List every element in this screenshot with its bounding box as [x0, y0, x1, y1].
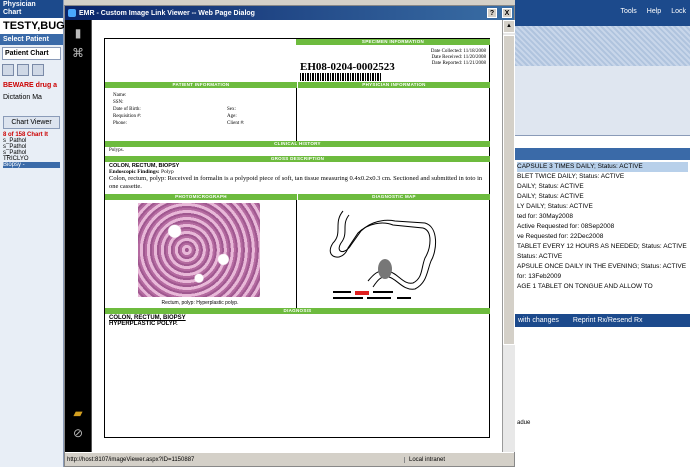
security-zone: Local intranet [404, 456, 514, 463]
pathology-report: SPECIMEN INFORMATION EH08-0204-0002523 D… [104, 38, 490, 438]
specimen-box: EH08-0204-0002523 Date Collected: 11/18/… [296, 45, 490, 81]
photomicrograph-image [138, 203, 260, 297]
reprint-rx-button[interactable]: Reprint Rx/Resend Rx [573, 317, 643, 324]
close-button[interactable]: X [502, 8, 512, 18]
diagnosis: COLON, RECTUM, BIOPSY HYPERPLASTIC POLYP… [109, 315, 186, 327]
info-headers: PATIENT INFORMATION PHYSICIAN INFORMATIO… [105, 82, 490, 88]
dialog-titlebar[interactable]: EMR - Custom Image Link Viewer -- Web Pa… [65, 6, 514, 20]
image-viewer-dialog: EMR - Custom Image Link Viewer -- Web Pa… [64, 5, 515, 467]
chart-tree: 8 of 158 Chart It s_Pathol s_Pathol s_Pa… [0, 129, 63, 171]
status-bar: http://host:8107/imageViewer.aspx?ID=115… [65, 452, 514, 466]
diagnosis-text: HYPERPLASTIC POLYP. [109, 321, 178, 327]
physician-info-header: PHYSICIAN INFORMATION [297, 82, 490, 88]
attachment-icon[interactable]: ⊘ [65, 426, 91, 440]
gross-text: Colon, rectum, polyp: Received in formal… [109, 175, 483, 190]
tab-patient-chart[interactable]: Patient Chart [2, 47, 61, 60]
rx-button-row: with changes Reprint Rx/Resend Rx [515, 314, 690, 327]
list-item[interactable]: ted for: 30May2008 [517, 212, 688, 222]
emr-right-panel: Tools Help Lock CAPSULE 3 TIMES DAILY; S… [515, 0, 690, 467]
drug-warning: BEWARE drug a [3, 82, 58, 89]
vertical-scrollbar[interactable]: ▲ [502, 20, 515, 452]
list-item[interactable]: AGE 1 TABLET ON TONGUE AND ALLOW TO [517, 282, 688, 292]
barcode [300, 73, 382, 81]
flag-icon[interactable] [32, 64, 44, 76]
list-item[interactable]: BLET TWICE DAILY; Status: ACTIVE [517, 172, 688, 182]
patient-name: TESTY,BUG: [0, 18, 68, 34]
divider [296, 88, 297, 142]
chart-viewer-button[interactable]: Chart Viewer [3, 116, 60, 129]
role-header[interactable]: Physician Chart [0, 0, 63, 18]
colon-diagram [329, 210, 436, 299]
list-item[interactable]: LY DAILY; Status: ACTIVE [517, 202, 688, 212]
help-button[interactable]: ? [487, 8, 497, 18]
side-toolbar: ▮ ⌘ ▰ ⊘ [65, 20, 91, 452]
list-item[interactable]: CAPSULE 3 TIMES DAILY; Status: ACTIVE [517, 162, 688, 172]
image-headers: PHOTOMICROGRAPH DIAGNOSTIC MAP [105, 194, 490, 200]
list-item[interactable]: for: 13Feb2009 [517, 272, 688, 282]
accession-number: EH08-0204-0002523 [300, 61, 395, 73]
toolbar [0, 62, 63, 80]
banner-pattern [515, 26, 690, 66]
scroll-up-icon[interactable]: ▲ [503, 20, 515, 33]
top-menu: Tools Help Lock [515, 0, 690, 26]
lock-menu[interactable]: Lock [671, 8, 686, 26]
list-item[interactable]: Status: ACTIVE [517, 252, 688, 262]
emr-left-panel: Physician Chart TESTY,BUG: Select Patien… [0, 0, 68, 467]
photomicrograph-caption: Rectum, polyp: Hyperplastic polyp. [161, 300, 239, 306]
photomicrograph-header: PHOTOMICROGRAPH [105, 194, 297, 200]
page-icon[interactable]: ▮ [65, 26, 91, 40]
dictation-row[interactable]: Dictation Ma [0, 91, 63, 104]
tools-menu[interactable]: Tools [620, 8, 636, 26]
clinical-history-text: Polyps. [109, 148, 124, 153]
list-item[interactable]: ve Requested for: 22Dec2008 [517, 232, 688, 242]
ie-icon [68, 9, 76, 17]
medications-header [515, 148, 690, 160]
tree-item-selected[interactable]: Biopsy - [3, 162, 60, 168]
date-list: Date Collected: 11/18/2008 Date Received… [430, 49, 486, 66]
gross-description: COLON, RECTUM, BIOPSY Endoscopic Finding… [109, 163, 487, 191]
list-item[interactable]: DAILY; Status: ACTIVE [517, 182, 688, 192]
patient-info-header: PATIENT INFORMATION [105, 82, 297, 88]
medication-list: CAPSULE 3 TIMES DAILY; Status: ACTIVE BL… [515, 160, 690, 294]
select-patient-button[interactable]: Select Patient [0, 34, 63, 45]
diagnostic-map-header: DIAGNOSTIC MAP [297, 194, 490, 200]
chart-menu[interactable]: Chart [3, 9, 60, 17]
comment-icon[interactable]: ▰ [65, 406, 91, 420]
divider [296, 200, 297, 308]
gross-description-header: GROSS DESCRIPTION [105, 156, 490, 162]
list-item[interactable]: APSULE ONCE DAILY IN THE EVENING; Status… [517, 262, 688, 272]
list-item[interactable]: Active Requested for: 08Sep2008 [517, 222, 688, 232]
diagnosis-header: DIAGNOSIS [105, 308, 490, 314]
patient-fields-right: Sex: Age: Client #: [227, 107, 245, 126]
list-item[interactable]: TABLET EVERY 12 HOURS AS NEEDED; Status:… [517, 242, 688, 252]
dialog-title: EMR - Custom Image Link Viewer -- Web Pa… [79, 9, 255, 17]
list-item[interactable]: DAILY; Status: ACTIVE [517, 192, 688, 202]
help-menu[interactable]: Help [647, 8, 661, 26]
refresh-icon[interactable] [17, 64, 29, 76]
with-changes-button[interactable]: with changes [518, 317, 559, 324]
bottom-text: adue [517, 420, 531, 426]
patient-fields: Name: SSN: Date of Birth: Requisition #:… [113, 93, 142, 126]
document-viewer: SPECIMEN INFORMATION EH08-0204-0002523 D… [91, 20, 502, 452]
status-url: http://host:8107/imageViewer.aspx?ID=115… [67, 456, 195, 463]
clinical-history-header: CLINICAL HISTORY [105, 141, 490, 147]
scroll-thumb[interactable] [503, 35, 515, 345]
info-pane [515, 66, 690, 136]
binoculars-icon[interactable]: ⌘ [65, 46, 91, 60]
print-icon[interactable] [2, 64, 14, 76]
